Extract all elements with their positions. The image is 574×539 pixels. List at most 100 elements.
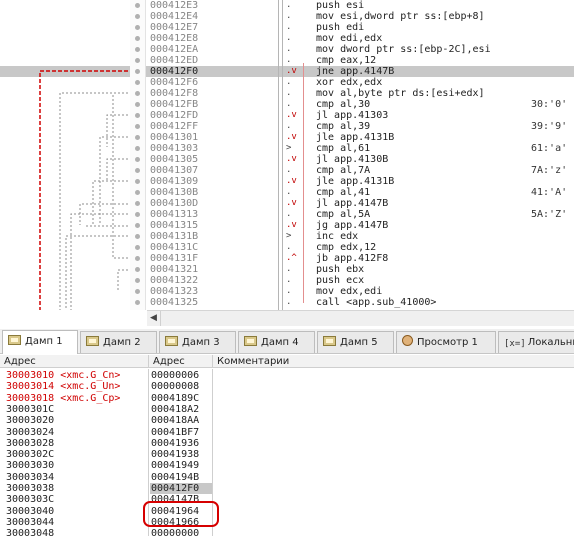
- column-header-address[interactable]: Адрес: [0, 355, 149, 368]
- instruction-address[interactable]: 00041321: [150, 264, 198, 275]
- instruction-text[interactable]: cmp eax,12: [316, 55, 376, 66]
- tab-watch-1[interactable]: Просмотр 1: [396, 331, 496, 353]
- breakpoint-dot[interactable]: [135, 245, 140, 250]
- instruction-address[interactable]: 00041301: [150, 132, 198, 143]
- instruction-text[interactable]: xor edx,edx: [316, 77, 382, 88]
- tab-locals[interactable]: [x=]Локальны: [498, 331, 574, 353]
- instruction-address[interactable]: 000412FD: [150, 110, 198, 121]
- breakpoint-dot[interactable]: [135, 102, 140, 107]
- instruction-text[interactable]: mov edi,edx: [316, 33, 382, 44]
- instruction-address[interactable]: 00041315: [150, 220, 198, 231]
- instruction-address[interactable]: 0004131C: [150, 242, 198, 253]
- instruction-address[interactable]: 00041322: [150, 275, 198, 286]
- breakpoint-dot[interactable]: [135, 267, 140, 272]
- dump-row-address[interactable]: 30003044: [6, 517, 54, 528]
- dump-row-address[interactable]: 30003020: [6, 415, 54, 426]
- breakpoint-dot[interactable]: [135, 300, 140, 305]
- instruction-text[interactable]: push edi: [316, 22, 364, 33]
- instruction-text[interactable]: cmp al,30: [316, 99, 370, 110]
- instruction-address[interactable]: 000412E4: [150, 11, 198, 22]
- instruction-address[interactable]: 00041323: [150, 286, 198, 297]
- breakpoint-dot[interactable]: [135, 14, 140, 19]
- dump-row-value[interactable]: 000412F0: [150, 483, 212, 494]
- dump-row-address[interactable]: 30003024: [6, 427, 54, 438]
- tab-dump-3[interactable]: Дамп 3: [159, 331, 236, 353]
- breakpoint-dot[interactable]: [135, 201, 140, 206]
- tab-dump-5[interactable]: Дамп 5: [317, 331, 394, 353]
- dump-row-value[interactable]: 000418A2: [150, 404, 212, 415]
- instruction-address[interactable]: 000412FB: [150, 99, 198, 110]
- breakpoint-column[interactable]: [130, 0, 146, 310]
- instruction-address[interactable]: 000412E3: [150, 0, 198, 11]
- dump-row-value[interactable]: 00000006: [150, 370, 212, 381]
- instruction-text[interactable]: mov dword ptr ss:[ebp-2C],esi: [316, 44, 491, 55]
- dump-row-address[interactable]: 3000301C: [6, 404, 54, 415]
- instruction-text[interactable]: jl app.4147B: [316, 198, 388, 209]
- breakpoint-dot[interactable]: [135, 113, 140, 118]
- column-header-comments[interactable]: Комментарии: [213, 355, 574, 368]
- breakpoint-dot[interactable]: [135, 179, 140, 184]
- dump-row-value[interactable]: 00041938: [150, 449, 212, 460]
- instruction-address[interactable]: 000412F8: [150, 88, 198, 99]
- dump-row-address[interactable]: 3000303C: [6, 494, 54, 505]
- instruction-text[interactable]: call <app.sub_41000>: [316, 297, 436, 308]
- instruction-text[interactable]: cmp al,41: [316, 187, 370, 198]
- breakpoint-dot[interactable]: [135, 256, 140, 261]
- breakpoint-dot[interactable]: [135, 25, 140, 30]
- instruction-text[interactable]: jle app.4131B: [316, 132, 394, 143]
- instruction-text[interactable]: mov al,byte ptr ds:[esi+edx]: [316, 88, 485, 99]
- instruction-address[interactable]: 0004131F: [150, 253, 198, 264]
- instruction-address[interactable]: 0004130B: [150, 187, 198, 198]
- breakpoint-dot[interactable]: [135, 157, 140, 162]
- instruction-text[interactable]: cmp al,5A: [316, 209, 370, 220]
- dump-row-value[interactable]: 000418AA: [150, 415, 212, 426]
- disassembly-pane[interactable]: 000412E3. push esi 000412E4. mov esi,dword …: [0, 0, 574, 326]
- breakpoint-dot[interactable]: [135, 80, 140, 85]
- instruction-address[interactable]: 000412FF: [150, 121, 198, 132]
- dump-row-value[interactable]: 00000000: [150, 528, 212, 539]
- instruction-text[interactable]: cmp al,7A: [316, 165, 370, 176]
- dump-row-address[interactable]: 30003018 <xmc.G_Cp>: [6, 393, 120, 404]
- instruction-text[interactable]: mov edx,edi: [316, 286, 382, 297]
- instruction-text[interactable]: cmp al,39: [316, 121, 370, 132]
- instruction-address[interactable]: 0004130D: [150, 198, 198, 209]
- instruction-address[interactable]: 000412F0: [150, 66, 198, 77]
- instruction-address[interactable]: 000412ED: [150, 55, 198, 66]
- instruction-text[interactable]: mov esi,dword ptr ss:[ebp+8]: [316, 11, 485, 22]
- dump-row-value[interactable]: 00041936: [150, 438, 212, 449]
- instruction-text[interactable]: jl app.41303: [316, 110, 388, 121]
- tab-dump-1[interactable]: Дамп 1: [2, 330, 78, 354]
- dump-row-value[interactable]: 0004189C: [150, 393, 212, 404]
- breakpoint-dot[interactable]: [135, 168, 140, 173]
- instruction-text[interactable]: jl app.4130B: [316, 154, 388, 165]
- dump-row-address[interactable]: 30003030: [6, 460, 54, 471]
- instruction-text[interactable]: jne app.4147B: [316, 66, 394, 77]
- instruction-text[interactable]: jg app.4147B: [316, 220, 388, 231]
- instruction-address[interactable]: 000412E7: [150, 22, 198, 33]
- dump-row-value[interactable]: 0004194B: [150, 472, 212, 483]
- dump-row-address[interactable]: 30003010 <xmc.G_Cn>: [6, 370, 120, 381]
- breakpoint-dot[interactable]: [135, 47, 140, 52]
- dump-row-value[interactable]: 00041BF7: [150, 427, 212, 438]
- breakpoint-dot[interactable]: [135, 190, 140, 195]
- instruction-address[interactable]: 00041313: [150, 209, 198, 220]
- instruction-text[interactable]: push ecx: [316, 275, 364, 286]
- breakpoint-dot[interactable]: [135, 3, 140, 8]
- breakpoint-dot[interactable]: [135, 223, 140, 228]
- dump-row-address[interactable]: 30003038: [6, 483, 54, 494]
- tab-dump-2[interactable]: Дамп 2: [80, 331, 157, 353]
- instruction-address[interactable]: 000412EA: [150, 44, 198, 55]
- breakpoint-dot[interactable]: [135, 234, 140, 239]
- dump-row-address[interactable]: 30003034: [6, 472, 54, 483]
- dump-row-value[interactable]: 00000008: [150, 381, 212, 392]
- dump-row-address[interactable]: 30003040: [6, 506, 54, 517]
- breakpoint-dot[interactable]: [135, 36, 140, 41]
- breakpoint-dot[interactable]: [135, 278, 140, 283]
- instruction-address[interactable]: 00041307: [150, 165, 198, 176]
- instruction-text[interactable]: cmp al,61: [316, 143, 370, 154]
- breakpoint-dot[interactable]: [135, 91, 140, 96]
- breakpoint-dot[interactable]: [135, 69, 140, 74]
- tab-dump-4[interactable]: Дамп 4: [238, 331, 315, 353]
- dump-row-address[interactable]: 30003048: [6, 528, 54, 539]
- instruction-address[interactable]: 00041325: [150, 297, 198, 308]
